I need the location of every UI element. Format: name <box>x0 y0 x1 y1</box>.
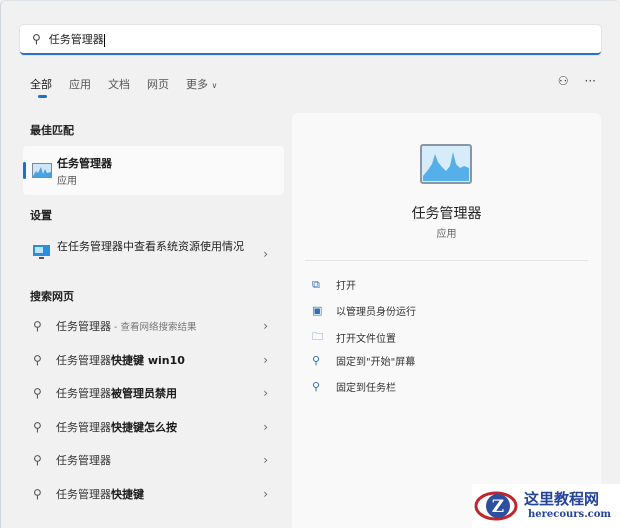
tab-more[interactable]: 更多 ∨ <box>186 76 217 92</box>
web-result-item[interactable]: ⚲ 任务管理器快捷键 win10 › <box>23 345 284 375</box>
action-label: 打开文件位置 <box>336 334 396 345</box>
search-text: 任务管理器 <box>48 33 104 46</box>
result-prefix: 任务管理器 <box>56 420 111 434</box>
web-result-label: 任务管理器 - 查看网络搜索结果 <box>56 318 196 334</box>
result-prefix: 任务管理器 <box>56 387 111 401</box>
filter-tabs: 全部 应用 文档 网页 更多 ∨ <box>30 76 217 98</box>
section-best-match: 最佳匹配 <box>30 124 74 137</box>
action-open[interactable]: ⧉ 打开 <box>312 277 356 293</box>
web-result-item[interactable]: ⚲ 任务管理器 - 查看网络搜索结果 › <box>23 311 284 341</box>
chevron-right-icon: › <box>263 247 268 261</box>
search-icon: ⚲ <box>33 319 42 333</box>
action-run-as-admin[interactable]: ▣ 以管理员身份运行 <box>312 303 416 318</box>
monitor-icon <box>33 245 50 259</box>
search-icon: ⚲ <box>32 32 41 46</box>
result-prefix: 任务管理器 <box>56 320 111 333</box>
pin-icon: ⚲ <box>312 354 321 367</box>
detail-pane: 任务管理器 应用 ⧉ 打开 ▣ 以管理员身份运行 🗀 打开文件位置 ⚲ 固定到"开始"屏… <box>292 113 601 528</box>
result-hint: - 查看网络搜索结果 <box>111 322 197 333</box>
detail-title: 任务管理器 <box>411 206 482 222</box>
tab-more-label: 更多 <box>186 78 208 91</box>
task-manager-large-icon <box>420 144 472 184</box>
result-prefix: 任务管理器 <box>56 488 111 501</box>
text-caret <box>103 33 105 47</box>
setting-item[interactable]: 在任务管理器中查看系统资源使用情况 › <box>23 233 284 275</box>
chevron-right-icon: › <box>263 352 268 367</box>
action-open-location[interactable]: 🗀 打开文件位置 <box>312 328 396 347</box>
web-result-label: 任务管理器被管理员禁用 <box>56 385 177 401</box>
action-label: 打开 <box>336 281 356 292</box>
chevron-right-icon: › <box>263 419 268 434</box>
watermark-url: herecours.com <box>528 509 612 520</box>
task-manager-icon <box>32 163 52 178</box>
action-pin-taskbar[interactable]: ⚲ 固定到任务栏 <box>312 379 396 394</box>
detail-subtitle: 应用 <box>436 229 457 240</box>
search-icon: ⚲ <box>33 487 42 501</box>
pin-icon: ⚲ <box>312 380 321 393</box>
web-result-item[interactable]: ⚲ 任务管理器快捷键 › <box>23 479 284 509</box>
folder-icon: 🗀 <box>312 330 323 343</box>
watermark: Z 这里教程网 herecours.com <box>472 484 620 528</box>
watermark-logo-icon: Z <box>474 491 518 521</box>
chevron-right-icon: › <box>263 487 268 501</box>
chevron-right-icon: › <box>263 453 268 468</box>
divider <box>305 260 588 261</box>
selection-indicator <box>23 162 26 179</box>
result-prefix: 任务管理器 <box>56 454 111 468</box>
more-options-icon[interactable]: ··· <box>585 74 596 88</box>
result-suggestion: 快捷键怎么按 <box>111 420 177 434</box>
search-input[interactable]: ⚲ 任务管理器 <box>20 25 601 55</box>
svg-text:Z: Z <box>492 497 504 517</box>
chevron-down-icon: ∨ <box>211 81 218 90</box>
tab-apps[interactable]: 应用 <box>69 76 91 92</box>
action-label: 以管理员身份运行 <box>336 307 416 318</box>
chevron-right-icon: › <box>263 319 268 333</box>
web-result-label: 任务管理器快捷键怎么按 <box>56 419 177 435</box>
web-result-label: 任务管理器快捷键 <box>56 486 144 502</box>
account-switch-icon[interactable]: ⚇ <box>558 74 569 88</box>
action-label: 固定到任务栏 <box>336 383 396 394</box>
section-settings: 设置 <box>30 209 52 222</box>
action-pin-start[interactable]: ⚲ 固定到"开始"屏幕 <box>312 353 415 368</box>
best-match-item[interactable]: 任务管理器 应用 <box>23 146 284 195</box>
web-result-label: 任务管理器 <box>56 452 111 468</box>
web-result-item[interactable]: ⚲ 任务管理器 › <box>23 445 284 475</box>
result-suggestion: 快捷键 win10 <box>111 353 185 367</box>
web-result-label: 任务管理器快捷键 win10 <box>56 352 185 368</box>
result-suggestion: 快捷键 <box>111 488 144 501</box>
best-match-subtitle: 应用 <box>57 176 77 187</box>
web-result-item[interactable]: ⚲ 任务管理器被管理员禁用 › <box>23 378 284 408</box>
action-label: 固定到"开始"屏幕 <box>336 357 416 368</box>
tab-all[interactable]: 全部 <box>30 76 52 98</box>
search-icon: ⚲ <box>33 453 42 468</box>
watermark-name: 这里教程网 <box>524 490 600 508</box>
search-icon: ⚲ <box>33 352 42 367</box>
search-icon: ⚲ <box>33 419 42 434</box>
web-result-item[interactable]: ⚲ 任务管理器快捷键怎么按 › <box>23 412 284 442</box>
result-prefix: 任务管理器 <box>56 353 111 367</box>
tab-documents[interactable]: 文档 <box>108 76 130 92</box>
search-icon: ⚲ <box>33 386 42 401</box>
result-suggestion: 被管理员禁用 <box>111 387 177 401</box>
best-match-title: 任务管理器 <box>57 157 112 170</box>
chevron-right-icon: › <box>263 386 268 401</box>
section-web: 搜索网页 <box>30 290 74 303</box>
shield-icon: ▣ <box>312 304 323 317</box>
setting-label: 在任务管理器中查看系统资源使用情况 <box>57 240 244 253</box>
open-icon: ⧉ <box>312 277 320 291</box>
tab-web[interactable]: 网页 <box>147 76 169 92</box>
